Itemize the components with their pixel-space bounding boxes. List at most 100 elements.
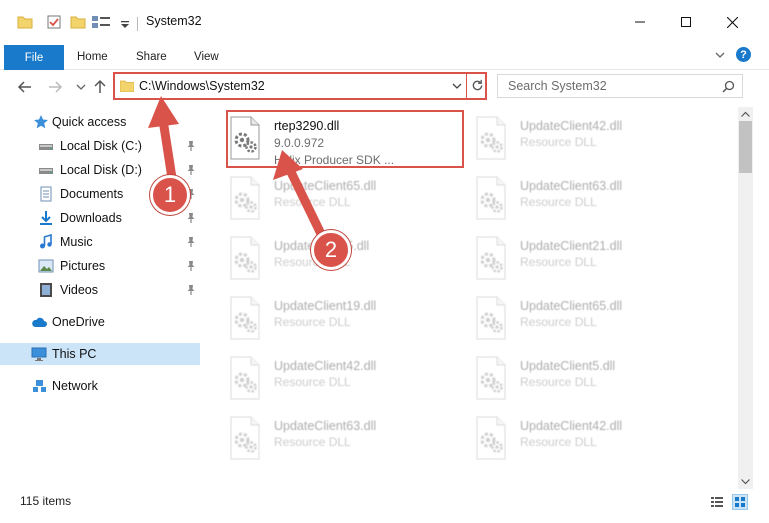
dll-file-icon bbox=[230, 296, 260, 340]
sidebar-item-label: Network bbox=[52, 379, 98, 393]
scroll-down-icon[interactable] bbox=[741, 479, 750, 485]
sidebar-item-label: OneDrive bbox=[52, 315, 105, 329]
search-box[interactable]: Search System32 bbox=[497, 74, 743, 98]
file-description: Helix Producer SDK ... bbox=[274, 153, 395, 167]
tab-home[interactable]: Home bbox=[77, 51, 108, 63]
sidebar-item-pictures[interactable]: Pictures bbox=[0, 255, 200, 277]
file-name: rtep3290.dll bbox=[274, 119, 340, 133]
sidebar-item-network[interactable]: Network bbox=[0, 375, 200, 397]
chevron-down-icon[interactable] bbox=[452, 83, 462, 90]
new-folder-icon[interactable] bbox=[70, 14, 86, 30]
help-icon[interactable]: ? bbox=[736, 47, 751, 62]
sidebar-item-label: Local Disk (C:) bbox=[60, 139, 142, 153]
step-2-callout: 2 bbox=[311, 230, 351, 270]
sidebar-item-label: Quick access bbox=[52, 115, 127, 129]
file-version: 9.0.0.972 bbox=[274, 136, 325, 150]
maximize-icon bbox=[681, 17, 691, 27]
file-tile[interactable]: UpdateClient42.dll Resource DLL bbox=[204, 353, 444, 403]
forward-arrow-icon[interactable] bbox=[47, 79, 63, 95]
sidebar-item-music[interactable]: Music bbox=[0, 231, 200, 253]
file-tile[interactable]: UpdateClient19.dll Resource DLL bbox=[204, 293, 444, 343]
sidebar-item-quick-access[interactable]: Quick access bbox=[0, 111, 200, 133]
dll-file-icon bbox=[476, 176, 506, 220]
recent-locations-icon[interactable] bbox=[76, 82, 86, 92]
search-input[interactable]: Search System32 bbox=[508, 79, 607, 93]
pin-icon[interactable] bbox=[186, 140, 196, 152]
file-tile[interactable]: rtep3290.dll 9.0.0.972 Helix Producer SDK … bbox=[204, 113, 444, 167]
dll-file-icon bbox=[476, 356, 506, 400]
file-tile[interactable]: UpdateClient21.dll Resource DLL bbox=[450, 233, 690, 283]
dll-file-icon bbox=[230, 356, 260, 400]
file-description: Resource DLL bbox=[520, 435, 597, 449]
file-tile[interactable]: UpdateClient63.dll Resource DLL bbox=[450, 173, 690, 223]
computer-icon bbox=[31, 347, 47, 361]
minimize-button[interactable] bbox=[617, 8, 663, 36]
close-button[interactable] bbox=[709, 8, 755, 36]
folder-icon bbox=[120, 80, 134, 92]
scroll-up-icon[interactable] bbox=[741, 111, 750, 117]
file-name: UpdateClient19.dll bbox=[274, 299, 377, 313]
network-icon bbox=[33, 380, 46, 392]
chevron-down-icon[interactable] bbox=[120, 17, 130, 33]
address-path[interactable]: C:\Windows\System32 bbox=[139, 79, 265, 93]
search-icon[interactable] bbox=[722, 80, 735, 93]
pin-icon[interactable] bbox=[186, 236, 196, 248]
file-list: rtep3290.dll 9.0.0.972 Helix Producer SDK … bbox=[204, 107, 738, 489]
file-name: UpdateClient63.dll bbox=[520, 179, 623, 193]
tiles-view-icon bbox=[735, 497, 745, 507]
pin-icon[interactable] bbox=[186, 284, 196, 296]
sidebar-item-onedrive[interactable]: OneDrive bbox=[0, 311, 200, 333]
tab-view[interactable]: View bbox=[194, 51, 219, 63]
folder-icon[interactable] bbox=[17, 14, 33, 30]
file-tile[interactable]: UpdateClient42.dll Resource DLL bbox=[450, 113, 690, 163]
file-name: UpdateClient65.dll bbox=[520, 299, 623, 313]
file-name: UpdateClient65.dll bbox=[274, 179, 377, 193]
address-bar[interactable]: C:\Windows\System32 bbox=[113, 72, 487, 100]
up-arrow-icon[interactable] bbox=[92, 79, 108, 95]
file-description: Resource DLL bbox=[274, 315, 351, 329]
dll-file-icon bbox=[476, 236, 506, 280]
scroll-thumb[interactable] bbox=[739, 121, 752, 173]
file-tile[interactable]: UpdateClient65.dll Resource DLL bbox=[204, 173, 444, 223]
tab-file[interactable]: File bbox=[4, 45, 64, 70]
pin-icon[interactable] bbox=[186, 212, 196, 224]
item-count: 115 items bbox=[20, 494, 72, 508]
file-description: Resource DLL bbox=[520, 135, 597, 149]
pictures-icon bbox=[38, 259, 54, 273]
pin-icon[interactable] bbox=[186, 164, 196, 176]
details-view-icon[interactable] bbox=[710, 495, 724, 509]
dll-file-icon bbox=[230, 416, 260, 460]
back-arrow-icon[interactable] bbox=[17, 79, 33, 95]
dll-file-icon bbox=[476, 296, 506, 340]
sidebar-item-label: Downloads bbox=[60, 211, 122, 225]
vertical-scrollbar[interactable] bbox=[738, 107, 753, 489]
file-tile[interactable]: UpdateClient65.dll Resource DLL bbox=[450, 293, 690, 343]
file-tile[interactable]: UpdateClient42.dll Resource DLL bbox=[450, 413, 690, 463]
refresh-icon[interactable] bbox=[471, 79, 484, 92]
tab-share[interactable]: Share bbox=[136, 51, 167, 63]
file-description: Resource DLL bbox=[520, 255, 597, 269]
sidebar-item-label: Pictures bbox=[60, 259, 106, 273]
star-icon bbox=[34, 115, 48, 129]
file-tile[interactable]: UpdateClient63.dll Resource DLL bbox=[204, 413, 444, 463]
sidebar-item-local-disk-c[interactable]: Local Disk (C:) bbox=[0, 135, 200, 157]
videos-icon bbox=[40, 283, 52, 297]
expand-ribbon-icon[interactable] bbox=[714, 49, 726, 61]
file-tile[interactable]: UpdateClient5.dll Resource DLL bbox=[450, 353, 690, 403]
pin-icon[interactable] bbox=[186, 260, 196, 272]
dll-file-icon bbox=[476, 416, 506, 460]
tiles-view-button[interactable] bbox=[732, 494, 748, 510]
sidebar-item-this-pc[interactable]: This PC bbox=[0, 343, 200, 365]
sidebar-item-videos[interactable]: Videos bbox=[0, 279, 200, 301]
file-name: UpdateClient42.dll bbox=[520, 419, 623, 433]
properties-check-icon[interactable] bbox=[46, 14, 62, 30]
step-1-callout: 1 bbox=[150, 175, 190, 215]
file-name: UpdateClient5.dll bbox=[520, 359, 616, 373]
music-icon bbox=[40, 234, 52, 249]
drive-icon bbox=[39, 144, 53, 150]
downloads-icon bbox=[40, 211, 52, 225]
file-description: Resource DLL bbox=[274, 375, 351, 389]
maximize-button[interactable] bbox=[663, 8, 709, 36]
customize-toolbar-icon[interactable] bbox=[91, 14, 113, 30]
documents-icon bbox=[40, 186, 52, 202]
